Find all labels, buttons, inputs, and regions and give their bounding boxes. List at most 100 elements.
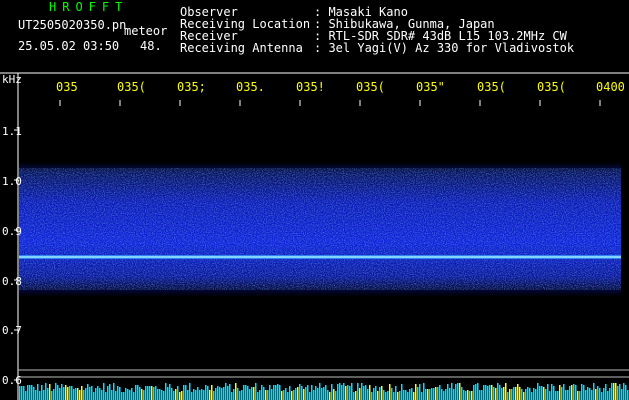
signal-level-bar [425,389,427,400]
info-antenna: Receiving Antenna: 3el Yagi(V) Az 330 fo… [180,42,574,54]
signal-level-bar [207,386,209,400]
app-brand: HROFFT [49,0,129,14]
signal-level-bar [155,386,157,400]
time-tick-label: 035. [236,80,265,94]
signal-level-bar [437,387,439,400]
signal-level-bar [491,385,493,400]
signal-level-bar [391,388,393,400]
signal-level-bar [225,383,227,400]
signal-level-bar [377,391,379,400]
signal-level-bar [75,388,77,400]
signal-level-bar [539,386,541,400]
signal-level-bar [313,390,315,400]
signal-level-bar [499,385,501,400]
signal-level-bar [623,383,625,400]
signal-level-bar [215,388,217,400]
signal-level-bar [147,386,149,400]
signal-level-bar [157,389,159,400]
signal-level-bar [55,383,57,400]
signal-level-bar [51,391,53,400]
signal-level-bar [591,390,593,400]
signal-level-bar [189,383,191,400]
frequency-tick-label: 0.8 [2,275,22,288]
signal-level-bar [459,383,461,400]
signal-level-bar [235,383,237,400]
signal-level-bar [513,387,515,400]
signal-level-bar [245,385,247,400]
signal-level-bar [197,387,199,400]
signal-level-bar [141,389,143,400]
signal-level-bar [535,389,537,400]
signal-level-bar [175,389,177,400]
signal-level-bar [411,388,413,400]
frequency-tick-label: 1.1 [2,125,22,138]
spectrogram-canvas [0,72,629,400]
signal-level-bar [257,392,259,400]
signal-level-bar [575,385,577,400]
signal-level-bar [201,389,203,400]
signal-level-bar [501,388,503,400]
signal-level-bar [243,385,245,400]
signal-level-bar [153,387,155,400]
signal-level-bar [309,392,311,400]
signal-level-bar [395,386,397,400]
signal-level-bar [125,388,127,400]
signal-level-bar [239,391,241,400]
time-tick-label: 035! [296,80,325,94]
signal-level-bar [47,388,49,400]
signal-level-bar [401,384,403,400]
signal-level-bar [45,383,47,400]
signal-level-bar [79,390,81,400]
signal-level-bar [77,388,79,400]
signal-level-bar [545,389,547,400]
signal-level-bar [515,387,517,400]
signal-level-bar [405,390,407,400]
signal-level-bar [167,387,169,400]
signal-level-bar [321,388,323,400]
signal-level-bar [461,387,463,400]
signal-level-bar [123,392,125,400]
signal-level-bar [421,392,423,400]
signal-level-bar [273,385,275,400]
signal-level-bar [345,386,347,400]
signal-level-bar [343,383,345,400]
signal-level-bar [295,388,297,400]
signal-level-bar [415,384,417,400]
signal-level-bar [113,383,115,400]
signal-level-bar [473,385,475,400]
signal-level-bar [489,385,491,400]
signal-level-bar [357,383,359,400]
signal-level-bar [347,385,349,400]
signal-level-bar [65,385,67,400]
signal-level-bar [117,386,119,400]
signal-level-bar [161,390,163,400]
frequency-tick-label: 0.9 [2,225,22,238]
signal-level-bar [381,386,383,400]
signal-level-bar [507,392,509,400]
signal-level-bar [503,387,505,400]
signal-level-bar [169,384,171,400]
signal-level-bar [265,390,267,400]
signal-level-bar [131,388,133,400]
time-tick-label: 035 [56,80,78,94]
signal-level-bar [605,384,607,400]
signal-level-bar [163,391,165,400]
signal-level-bar [301,386,303,400]
signal-level-bar [511,389,513,400]
signal-level-bar [145,386,147,400]
signal-level-bar [493,387,495,400]
signal-level-bar [127,389,129,400]
signal-level-bar [369,385,371,400]
signal-level-bar [19,386,21,400]
signal-level-bar [323,387,325,400]
signal-level-bar [439,385,441,400]
signal-level-bar [521,389,523,400]
signal-level-bar [361,383,363,400]
signal-level-bar [325,385,327,400]
signal-level-bar [383,390,385,400]
signal-level-bar [541,386,543,400]
signal-level-bar [135,385,137,400]
info-label: Receiving Antenna [180,41,303,55]
time-tick-label: 035( [477,80,506,94]
signal-level-bar [219,387,221,400]
